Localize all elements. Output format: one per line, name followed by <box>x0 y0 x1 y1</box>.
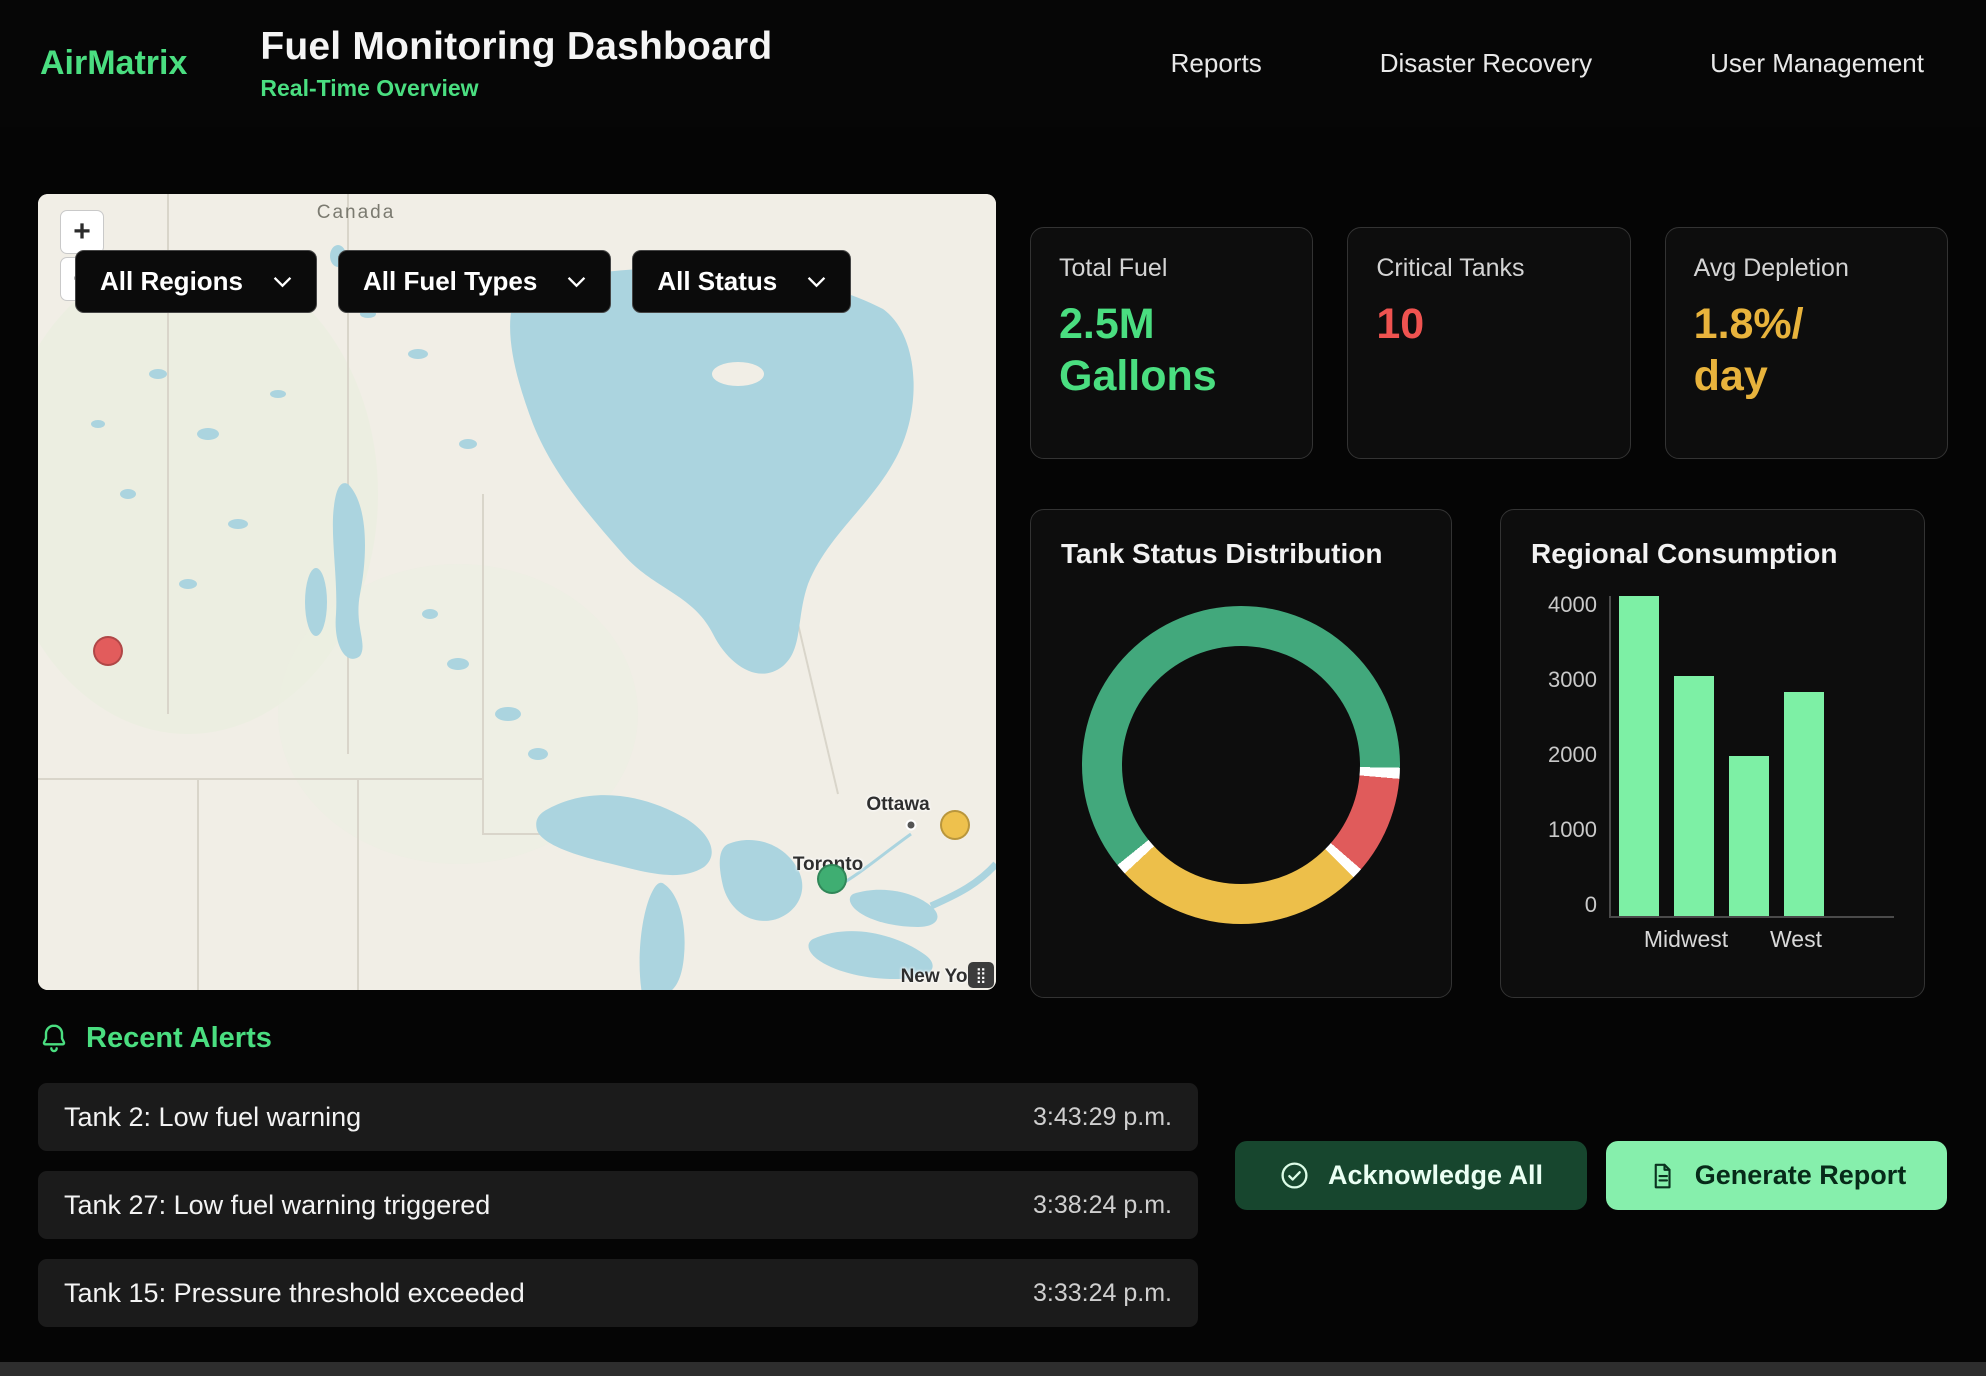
page-title: Fuel Monitoring Dashboard <box>260 25 772 69</box>
map-label-canada: Canada <box>317 202 396 224</box>
generate-report-button[interactable]: Generate Report <box>1606 1141 1947 1210</box>
alert-timestamp: 3:43:29 p.m. <box>1033 1103 1172 1132</box>
footer-bar <box>0 1362 1986 1376</box>
y-axis: 4000 3000 2000 1000 0 <box>1531 596 1609 918</box>
acknowledge-all-label: Acknowledge All <box>1328 1160 1543 1191</box>
regions-filter-dropdown[interactable]: All Regions <box>75 250 317 313</box>
alert-row[interactable]: Tank 2: Low fuel warning 3:43:29 p.m. <box>38 1083 1198 1151</box>
stat-label: Avg Depletion <box>1694 254 1919 283</box>
x-tick: West <box>1776 926 1816 953</box>
regional-consumption-card: Regional Consumption 4000 3000 2000 1000… <box>1500 509 1925 998</box>
consumption-bar <box>1784 692 1824 916</box>
y-tick: 0 <box>1585 894 1597 916</box>
x-axis: Midwest West <box>1611 918 1894 953</box>
app-header: AirMatrix Fuel Monitoring Dashboard Real… <box>0 0 1986 127</box>
chart-title: Regional Consumption <box>1531 538 1894 570</box>
chart-title: Tank Status Distribution <box>1061 538 1421 570</box>
grid-dots-icon: ⣿ <box>976 966 987 984</box>
nav-item-disaster-recovery[interactable]: Disaster Recovery <box>1380 48 1592 79</box>
stat-card-critical-tanks: Critical Tanks 10 <box>1347 227 1630 459</box>
brand-logo[interactable]: AirMatrix <box>40 44 187 83</box>
tank-status-card: Tank Status Distribution <box>1030 509 1452 998</box>
stat-label: Total Fuel <box>1059 254 1284 283</box>
map-label-ottawa: Ottawa <box>866 794 929 816</box>
map-attribution-toggle[interactable]: ⣿ <box>968 962 994 988</box>
stat-label: Critical Tanks <box>1376 254 1601 283</box>
regions-filter-value: All Regions <box>100 266 243 297</box>
stat-value: 10 <box>1376 299 1601 351</box>
alert-message: Tank 27: Low fuel warning triggered <box>64 1190 490 1221</box>
nav-item-reports[interactable]: Reports <box>1171 48 1262 79</box>
fuel-types-filter-dropdown[interactable]: All Fuel Types <box>338 250 611 313</box>
stats-row: Total Fuel 2.5MGallons Critical Tanks 10… <box>1030 227 1948 459</box>
page-subtitle: Real-Time Overview <box>260 75 772 102</box>
check-circle-icon <box>1279 1160 1310 1191</box>
stat-value: 1.8%/day <box>1694 299 1919 402</box>
consumption-bar <box>1619 596 1659 916</box>
stat-card-total-fuel: Total Fuel 2.5MGallons <box>1030 227 1313 459</box>
stat-card-avg-depletion: Avg Depletion 1.8%/day <box>1665 227 1948 459</box>
consumption-bar <box>1729 756 1769 916</box>
x-tick <box>1721 926 1761 953</box>
tank-status-donut-area[interactable] <box>1082 606 1400 924</box>
alert-row[interactable]: Tank 27: Low fuel warning triggered 3:38… <box>38 1171 1198 1239</box>
generate-report-label: Generate Report <box>1695 1160 1907 1191</box>
donut-hole <box>1122 646 1360 884</box>
chevron-down-icon <box>273 276 292 288</box>
alerts-title: Recent Alerts <box>86 1022 272 1055</box>
y-tick: 4000 <box>1548 594 1597 616</box>
document-icon <box>1647 1161 1677 1191</box>
status-filter-value: All Status <box>657 266 777 297</box>
map-filters: All Regions All Fuel Types All Status <box>75 250 851 313</box>
regional-consumption-bar-chart[interactable]: 4000 3000 2000 1000 0 <box>1531 596 1894 918</box>
chevron-down-icon <box>567 276 586 288</box>
y-tick: 2000 <box>1548 744 1597 766</box>
status-filter-dropdown[interactable]: All Status <box>632 250 851 313</box>
main-nav: Reports Disaster Recovery User Managemen… <box>1171 48 1924 79</box>
consumption-bar <box>1674 676 1714 916</box>
x-tick: Midwest <box>1666 926 1706 953</box>
y-tick: 1000 <box>1548 819 1597 841</box>
alert-message: Tank 15: Pressure threshold exceeded <box>64 1278 525 1309</box>
alert-timestamp: 3:38:24 p.m. <box>1033 1191 1172 1220</box>
tank-marker-normal[interactable] <box>817 864 847 894</box>
title-block: Fuel Monitoring Dashboard Real-Time Over… <box>260 25 772 102</box>
zoom-in-button[interactable]: + <box>60 210 104 254</box>
tank-map[interactable]: + − All Regions All Fuel Types All Statu… <box>38 194 996 990</box>
tank-marker-critical[interactable] <box>93 636 123 666</box>
plot-area <box>1609 596 1894 918</box>
fuel-types-filter-value: All Fuel Types <box>363 266 537 297</box>
tank-marker-warning[interactable] <box>940 810 970 840</box>
nav-item-user-management[interactable]: User Management <box>1710 48 1924 79</box>
alert-message: Tank 2: Low fuel warning <box>64 1102 361 1133</box>
chevron-down-icon <box>807 276 826 288</box>
acknowledge-all-button[interactable]: Acknowledge All <box>1235 1141 1587 1210</box>
stat-value: 2.5MGallons <box>1059 299 1284 402</box>
alerts-heading: Recent Alerts <box>38 1022 272 1055</box>
alert-row[interactable]: Tank 15: Pressure threshold exceeded 3:3… <box>38 1259 1198 1327</box>
bell-icon <box>38 1023 70 1055</box>
alert-timestamp: 3:33:24 p.m. <box>1033 1279 1172 1308</box>
y-tick: 3000 <box>1548 669 1597 691</box>
